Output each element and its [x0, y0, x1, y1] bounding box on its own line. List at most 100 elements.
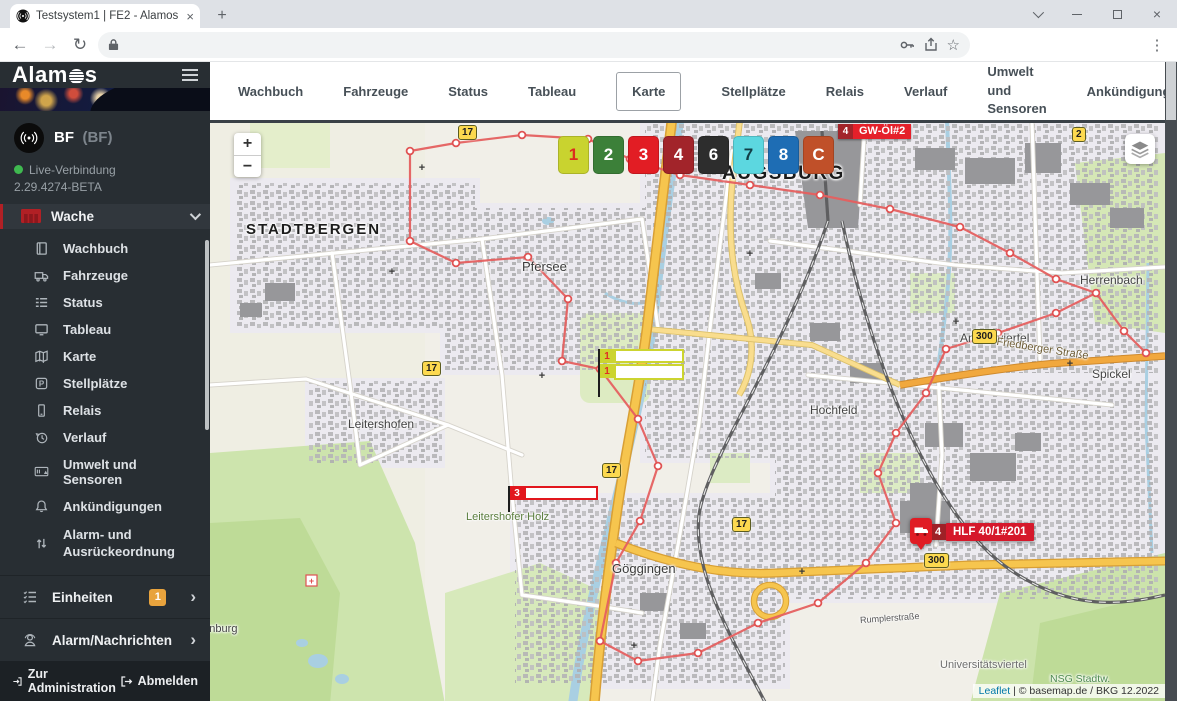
- tab-stellplaetze[interactable]: Stellplätze: [721, 84, 785, 99]
- reload-button[interactable]: ↻: [68, 33, 92, 57]
- attribution-text: | © basemap.de / BKG 12.2022: [1010, 685, 1159, 697]
- place-label: Hochfeld: [810, 403, 857, 417]
- road-shield: 17: [602, 463, 621, 478]
- status-badge-6[interactable]: 6: [698, 136, 729, 174]
- tab-fahrzeuge[interactable]: Fahrzeuge: [343, 84, 408, 99]
- connection-status-dot: [14, 165, 23, 174]
- sidebar-item-alarm-ausrueckeordnung[interactable]: Alarm- und Ausrückeordnung: [0, 520, 210, 567]
- zoom-in-button[interactable]: +: [234, 133, 261, 155]
- logout-button[interactable]: Abmelden: [120, 674, 198, 688]
- firestation-icon: [21, 209, 41, 223]
- layers-control[interactable]: [1125, 134, 1155, 164]
- browser-tab[interactable]: Testsystem1 | FE2 - Alamos Gmb ×: [10, 4, 200, 28]
- browser-menu-icon[interactable]: ⋮: [1145, 36, 1169, 54]
- tab-umwelt-sensoren[interactable]: Umwelt und Sensoren: [987, 63, 1046, 120]
- svg-text:P: P: [39, 380, 45, 389]
- tab-karte[interactable]: Karte: [616, 72, 681, 111]
- status-badge-1[interactable]: 1: [558, 136, 589, 174]
- tab-verlauf[interactable]: Verlauf: [904, 84, 947, 99]
- admin-button[interactable]: Zur Administration: [12, 667, 120, 695]
- browser-tabstrip: Testsystem1 | FE2 - Alamos Gmb × + ×: [0, 0, 1177, 28]
- lock-icon: [108, 38, 119, 51]
- sort-arrows-icon: [34, 536, 49, 551]
- svg-text:+: +: [389, 266, 395, 278]
- unit-alias: (BF): [82, 129, 112, 146]
- sidebar-item-verlauf[interactable]: Verlauf: [0, 424, 210, 451]
- alamos-logo: Alam s: [12, 62, 98, 88]
- svg-text:+: +: [747, 248, 753, 260]
- unit-name-bar: [614, 349, 684, 363]
- sidebar-item-karte[interactable]: Karte: [0, 343, 210, 370]
- operator-icon: [22, 632, 38, 648]
- tab-ankuendigungen[interactable]: Ankündigungen: [1087, 84, 1177, 99]
- status-badge-8[interactable]: 8: [768, 136, 799, 174]
- tab-title: Testsystem1 | FE2 - Alamos Gmb: [36, 10, 180, 22]
- hamburger-menu-icon[interactable]: [182, 69, 198, 81]
- top-navigation: Wachbuch Fahrzeuge Status Tableau Karte …: [210, 62, 1165, 120]
- new-tab-button[interactable]: +: [210, 4, 234, 28]
- status-badge-2[interactable]: 2: [593, 136, 624, 174]
- sidebar-item-fahrzeuge[interactable]: Fahrzeuge: [0, 262, 210, 289]
- tab-status[interactable]: Status: [448, 84, 488, 99]
- status-badge-3[interactable]: 3: [628, 136, 659, 174]
- vehicle-marker-gw-oel[interactable]: 4 GW-Öl#2: [838, 124, 911, 139]
- version-label: 2.29.4274-BETA: [14, 180, 196, 194]
- bookmark-star-icon[interactable]: ☆: [947, 36, 960, 54]
- vehicle-pin-icon: [910, 518, 932, 544]
- maximize-button[interactable]: [1097, 0, 1137, 28]
- sidebar-item-stellplaetze[interactable]: P Stellplätze: [0, 370, 210, 397]
- sidebar-item-ankuendigungen[interactable]: Ankündigungen: [0, 493, 210, 520]
- tab-tableau[interactable]: Tableau: [528, 84, 576, 99]
- road-shield: 300: [924, 553, 949, 568]
- book-icon: [34, 241, 49, 256]
- unit-status-chip: 1: [600, 364, 614, 378]
- password-key-icon[interactable]: [899, 37, 915, 53]
- status-badge-c[interactable]: C: [803, 136, 834, 174]
- tab-relais[interactable]: Relais: [826, 84, 864, 99]
- sidebar-item-status[interactable]: Status: [0, 289, 210, 316]
- tab-search-chevron-icon[interactable]: [1017, 0, 1057, 28]
- road-shield: 17: [458, 125, 477, 140]
- leaflet-link[interactable]: Leaflet: [979, 685, 1011, 697]
- sidebar-section-einheiten[interactable]: Einheiten 1 ›: [0, 575, 210, 618]
- map-canvas[interactable]: +++ +++ ++ + STADTBERGEN AUGSBURG Pferse…: [210, 120, 1165, 701]
- sidebar-group-wache[interactable]: Wache: [0, 204, 210, 229]
- back-button[interactable]: ←: [8, 33, 32, 57]
- sidebar-item-relais[interactable]: Relais: [0, 397, 210, 424]
- sidebar-section-alarm-nachrichten[interactable]: Alarm/Nachrichten ›: [0, 618, 210, 661]
- status-badge-4[interactable]: 4: [663, 136, 694, 174]
- browser-toolbar: ← → ↻ ☆ ⋮: [0, 28, 1177, 62]
- window-controls: ×: [1017, 0, 1177, 28]
- place-label: Leitershofen: [348, 417, 414, 431]
- vehicle-marker-hlf[interactable]: 4 HLF 40/1#201: [910, 518, 1034, 544]
- unit-marker-status3[interactable]: 3: [508, 486, 598, 512]
- share-icon[interactable]: [923, 37, 939, 53]
- monitor-icon: [34, 322, 49, 337]
- unit-marker-status1-a[interactable]: 1 1: [598, 349, 684, 397]
- sidebar-footer: Zur Administration Abmelden: [0, 661, 210, 701]
- map-icon: [34, 349, 49, 364]
- scrollbar-thumb[interactable]: [1166, 62, 1176, 120]
- tab-wachbuch[interactable]: Wachbuch: [238, 84, 303, 99]
- parking-icon: P: [34, 376, 49, 391]
- sidebar-item-tableau[interactable]: Tableau: [0, 316, 210, 343]
- sidebar-item-umwelt-sensoren[interactable]: Umwelt und Sensoren: [0, 451, 210, 493]
- unit-name-bar: [524, 486, 598, 500]
- page-scrollbar[interactable]: [1165, 62, 1177, 701]
- minimize-button[interactable]: [1057, 0, 1097, 28]
- sidebar-scrollbar[interactable]: [205, 240, 209, 430]
- place-label: Herrenbach: [1080, 273, 1143, 287]
- forward-button[interactable]: →: [38, 33, 62, 57]
- screen: Testsystem1 | FE2 - Alamos Gmb × + × ← →…: [0, 0, 1177, 701]
- tab-favicon-broadcast-icon: [16, 9, 30, 23]
- zoom-out-button[interactable]: −: [234, 155, 261, 177]
- status-list-icon: [34, 295, 49, 310]
- tab-close-icon[interactable]: ×: [186, 10, 194, 23]
- svg-text:+: +: [539, 370, 545, 382]
- close-button[interactable]: ×: [1137, 0, 1177, 28]
- unit-name-bar: [614, 364, 684, 380]
- place-label: Pfersee: [522, 259, 567, 274]
- address-bar[interactable]: ☆: [98, 32, 970, 58]
- sidebar-item-wachbuch[interactable]: Wachbuch: [0, 235, 210, 262]
- status-badge-7[interactable]: 7: [733, 136, 764, 174]
